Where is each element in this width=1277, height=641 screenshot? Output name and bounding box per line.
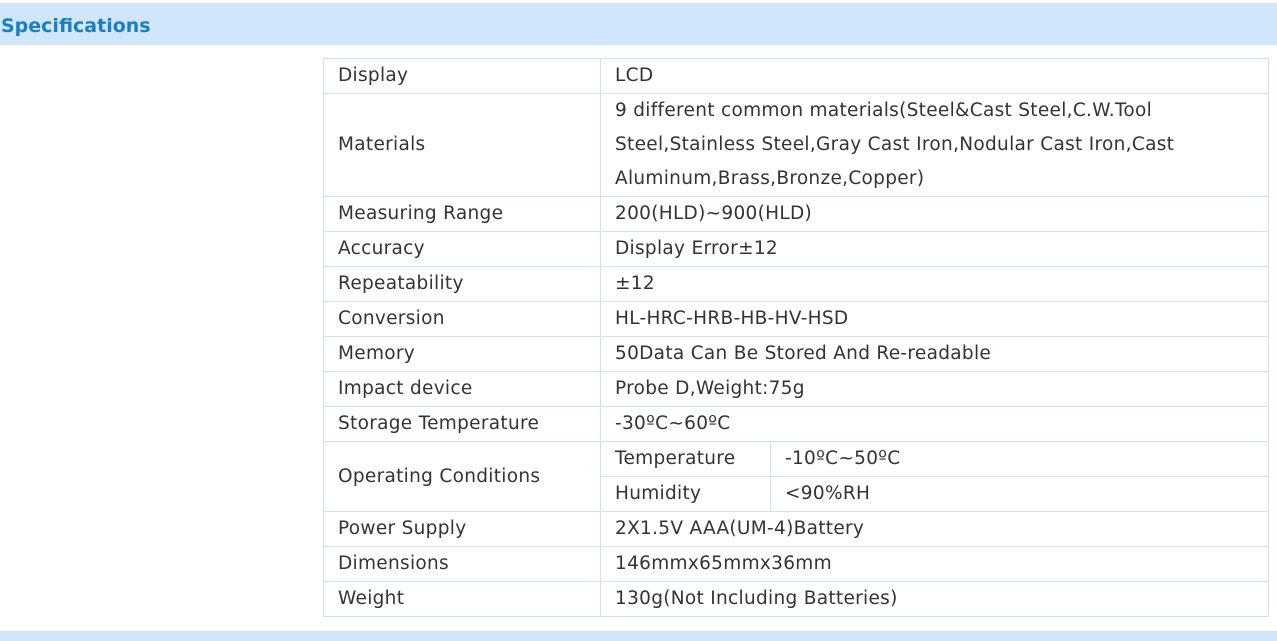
spec-value: -10ºC~50ºC — [770, 441, 1269, 477]
table-row-storage-temperature: Storage Temperature -30ºC~60ºC — [323, 406, 1269, 442]
spec-value: 146mmx65mmx36mm — [600, 546, 1269, 582]
spec-value: Probe D,Weight:75g — [600, 371, 1269, 407]
spec-label: Storage Temperature — [323, 406, 601, 442]
table-row-power-supply: Power Supply 2X1.5V AAA(UM-4)Battery — [323, 511, 1269, 547]
table-row-materials: Materials 9 different common materials(S… — [323, 93, 1269, 197]
section-header: Specifications — [0, 3, 1277, 45]
spec-label: Weight — [323, 581, 601, 617]
table-row-dimensions: Dimensions 146mmx65mmx36mm — [323, 546, 1269, 582]
spec-label: Measuring Range — [323, 196, 601, 232]
table-row-accuracy: Accuracy Display Error±12 — [323, 231, 1269, 267]
spec-label: Accuracy — [323, 231, 601, 267]
spec-label: Operating Conditions — [323, 441, 601, 512]
specifications-table: Display LCD Materials 9 different common… — [323, 58, 1269, 617]
spec-value: HL-HRC-HRB-HB-HV-HSD — [600, 301, 1269, 337]
spec-label: Materials — [323, 93, 601, 197]
spec-value: LCD — [600, 58, 1269, 94]
spec-label: Display — [323, 58, 601, 94]
spec-label: Dimensions — [323, 546, 601, 582]
spec-value: 200(HLD)~900(HLD) — [600, 196, 1269, 232]
spec-value: -30ºC~60ºC — [600, 406, 1269, 442]
spec-label: Memory — [323, 336, 601, 372]
table-row-display: Display LCD — [323, 58, 1269, 94]
table-row-memory: Memory 50Data Can Be Stored And Re-reada… — [323, 336, 1269, 372]
spec-label: Impact device — [323, 371, 601, 407]
table-row-repeatability: Repeatability ±12 — [323, 266, 1269, 302]
spec-value: Display Error±12 — [600, 231, 1269, 267]
table-row-measuring-range: Measuring Range 200(HLD)~900(HLD) — [323, 196, 1269, 232]
spec-value: 9 different common materials(Steel&Cast … — [600, 93, 1269, 197]
spec-label: Conversion — [323, 301, 601, 337]
table-row-weight: Weight 130g(Not Including Batteries) — [323, 581, 1269, 617]
spec-value: 50Data Can Be Stored And Re-readable — [600, 336, 1269, 372]
spec-value: ±12 — [600, 266, 1269, 302]
table-row-operating-temperature: Operating Conditions Temperature -10ºC~5… — [323, 441, 1269, 512]
spec-sublabel: Temperature — [600, 441, 771, 477]
spec-value: 2X1.5V AAA(UM-4)Battery — [600, 511, 1269, 547]
table-row-conversion: Conversion HL-HRC-HRB-HB-HV-HSD — [323, 301, 1269, 337]
spec-value: <90%RH — [770, 476, 1269, 512]
spec-label: Power Supply — [323, 511, 601, 547]
spec-label: Repeatability — [323, 266, 601, 302]
section-title: Specifications — [1, 15, 151, 37]
table-row-impact-device: Impact device Probe D,Weight:75g — [323, 371, 1269, 407]
spec-value: 130g(Not Including Batteries) — [600, 581, 1269, 617]
bottom-section-bar — [0, 631, 1277, 641]
spec-sublabel: Humidity — [600, 476, 771, 512]
